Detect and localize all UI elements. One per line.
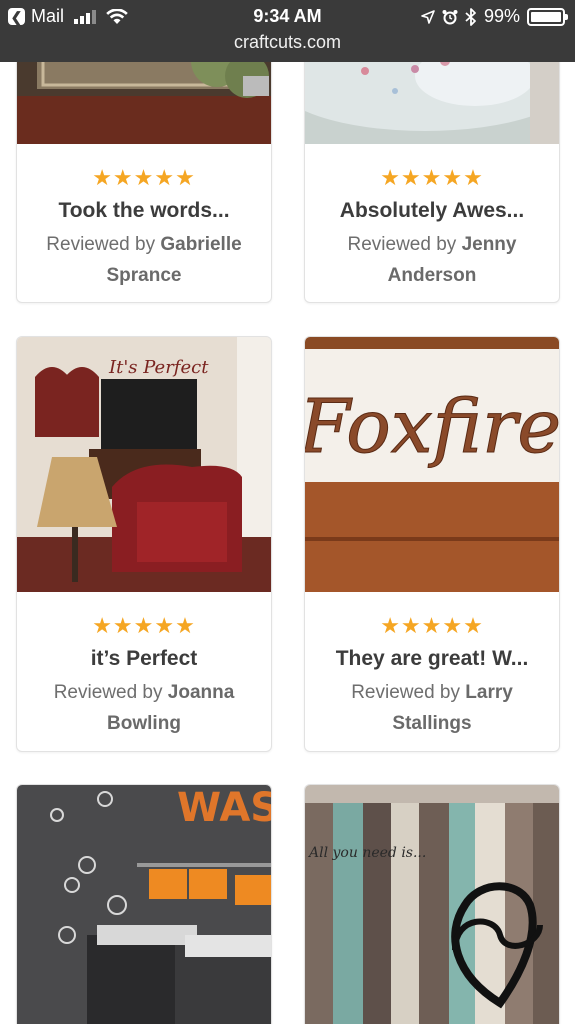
reviewed-by-label: Reviewed by	[347, 234, 457, 255]
review-title[interactable]: it’s Perfect	[17, 647, 271, 671]
reviewed-by-label: Reviewed by	[53, 682, 163, 703]
bluetooth-icon	[465, 7, 476, 26]
url-bar[interactable]: craftcuts.com	[0, 32, 575, 53]
review-photo[interactable]: All you need is...	[305, 785, 559, 1024]
battery-percent: 99%	[483, 6, 520, 26]
review-photo[interactable]: Foxfire	[305, 337, 559, 592]
reviewed-by-label: Reviewed by	[46, 234, 156, 255]
reviewer-line: Reviewed by Jenny Anderson	[305, 229, 559, 291]
review-card[interactable]: It's Perfect ★★★★★ it’s Perfect Reviewed…	[16, 336, 272, 752]
review-title[interactable]: They are great! W...	[305, 647, 559, 671]
battery-icon	[527, 7, 568, 26]
reviewer-line: Reviewed by Joanna Bowling	[17, 677, 271, 739]
alarm-icon	[442, 9, 458, 24]
reviewed-by-label: Reviewed by	[351, 682, 460, 703]
review-card[interactable]: Foxfire ★★★★★ They are great! W... Revie…	[304, 336, 560, 752]
photo-wall-text: It's Perfect	[108, 357, 209, 378]
star-rating: ★★★★★	[380, 613, 484, 638]
status-bar: ❮ Mail 9:34 AM 99% craftcuts.com	[0, 0, 575, 62]
photo-sign-text: All you need is...	[307, 845, 426, 861]
photo-sign-text: Foxfire	[305, 384, 559, 470]
review-title[interactable]: Took the words...	[17, 199, 271, 223]
photo-wall-text: WAS	[177, 785, 271, 831]
location-arrow-icon	[421, 9, 435, 24]
star-rating: ★★★★★	[380, 165, 484, 190]
star-rating: ★★★★★	[92, 613, 196, 638]
star-rating: ★★★★★	[92, 165, 196, 190]
reviewer-line: Reviewed by Larry Stallings	[305, 677, 559, 739]
review-title[interactable]: Absolutely Awes...	[305, 199, 559, 223]
reviewer-line: Reviewed by Gabrielle Sprance	[17, 229, 271, 291]
review-photo[interactable]: It's Perfect	[17, 337, 271, 592]
review-photo[interactable]: WAS	[17, 785, 271, 1024]
review-card[interactable]: All you need is...	[304, 784, 560, 1024]
review-card[interactable]: WAS	[16, 784, 272, 1024]
